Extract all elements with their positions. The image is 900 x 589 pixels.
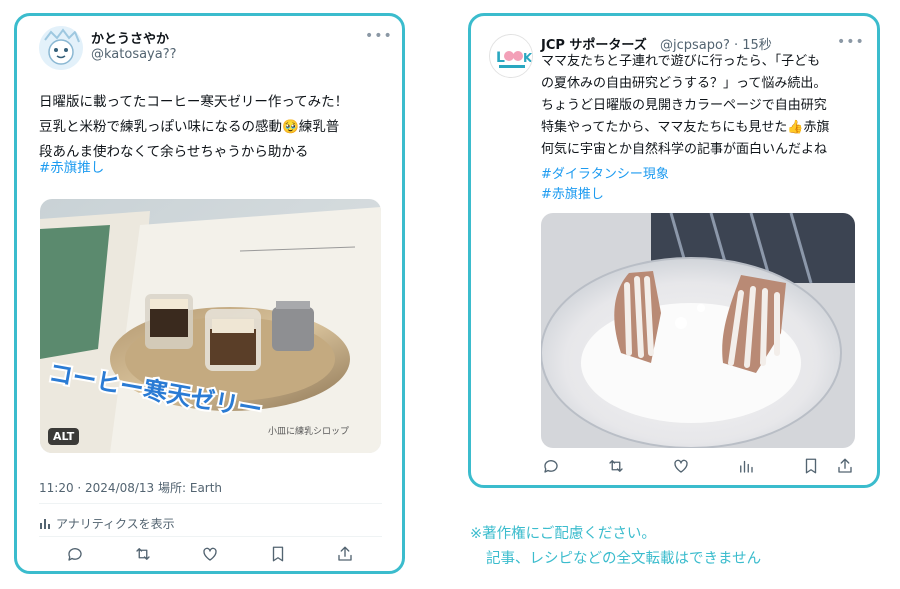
divider	[39, 536, 382, 537]
more-dots-icon[interactable]: •••	[837, 34, 865, 50]
tweet-card-jcpsapo[interactable]: L K JCP サポーターズ @jcpsapo? · 15秒 ••• ママ友たち…	[468, 13, 880, 488]
tweet-card-katosaya[interactable]: かとうさやか @katosaya?? ••• 日曜版に載ってたコーヒー寒天ゼリー…	[14, 13, 405, 574]
alt-badge[interactable]: ALT	[48, 428, 80, 445]
bookmark-icon[interactable]	[268, 544, 288, 564]
analytics-link[interactable]: アナリティクスを表示	[39, 515, 175, 532]
svg-text:K: K	[523, 51, 533, 65]
reply-icon[interactable]	[541, 456, 561, 476]
retweet-icon[interactable]	[606, 456, 626, 476]
reply-icon[interactable]	[65, 544, 85, 564]
tweet-text: 日曜版に載ってたコーヒー寒天ゼリー作ってみた！ 豆乳と米粉で練乳っぽい味になるの…	[39, 94, 349, 160]
more-dots-icon[interactable]: •••	[365, 28, 393, 44]
magazine-photo: コーヒー寒天ゼリー 小皿に練乳シロップ	[40, 199, 381, 453]
notice-line-2: 記事、レシピなどの全文転載はできません	[486, 551, 762, 567]
bookmark-icon[interactable]	[801, 456, 821, 476]
retweet-icon[interactable]	[133, 544, 153, 564]
like-icon[interactable]	[200, 544, 220, 564]
divider	[39, 503, 382, 504]
tweet-image[interactable]: コーヒー寒天ゼリー 小皿に練乳シロップ ALT	[40, 199, 381, 453]
tweet-image[interactable]	[541, 213, 855, 448]
magazine-caption: 小皿に練乳シロップ	[268, 425, 349, 437]
hashtag-link[interactable]: #ダイラタンシー現象	[541, 164, 669, 186]
analytics-label: アナリティクスを表示	[56, 517, 175, 531]
avatar[interactable]	[39, 26, 83, 70]
avatar[interactable]: L K	[489, 34, 533, 78]
action-bar	[541, 456, 855, 476]
avatar-illustration	[39, 26, 83, 70]
copyright-notice: ※著作権にご配慮ください。 記事、レシピなどの全文転載はできません	[470, 522, 761, 572]
user-handle[interactable]: @katosaya??	[91, 47, 177, 62]
action-bar	[65, 544, 355, 564]
timestamp[interactable]: 11:20 · 2024/08/13 場所: Earth	[39, 479, 222, 496]
analytics-icon	[40, 519, 50, 529]
slime-photo	[541, 213, 855, 448]
views-icon[interactable]	[736, 456, 756, 476]
hashtag-link[interactable]: #赤旗推し	[541, 184, 604, 206]
svg-text:L: L	[496, 50, 505, 66]
share-icon[interactable]	[835, 456, 855, 476]
notice-line-1: ※著作権にご配慮ください。	[470, 526, 656, 542]
like-icon[interactable]	[671, 456, 691, 476]
action-group-right	[801, 456, 855, 476]
display-name[interactable]: かとうさやか	[91, 28, 169, 47]
share-icon[interactable]	[335, 544, 355, 564]
tweet-text: ママ友たちと子連れで遊びに行ったら、「子ども の夏休みの自由研究どうする？」って…	[541, 54, 830, 157]
look-logo: L K	[490, 35, 533, 77]
hashtag-link[interactable]: #赤旗推し	[39, 156, 104, 181]
